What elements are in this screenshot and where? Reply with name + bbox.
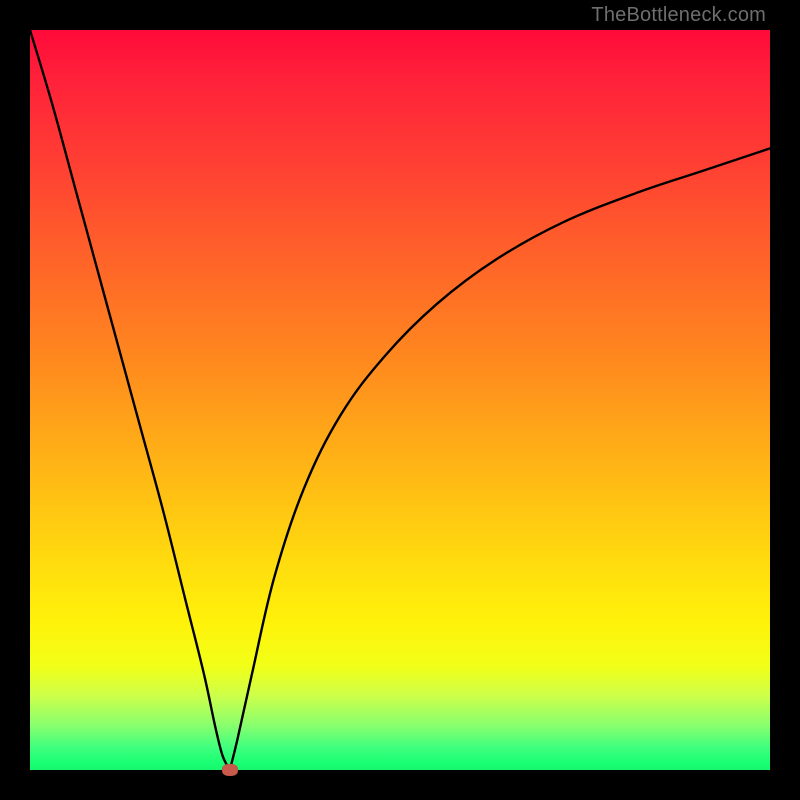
curve-right-branch	[230, 148, 770, 770]
bottleneck-curve	[30, 30, 770, 770]
watermark-text: TheBottleneck.com	[591, 4, 766, 27]
chart-frame: TheBottleneck.com	[0, 0, 800, 800]
marker-dot	[222, 764, 238, 776]
plot-area	[30, 30, 770, 770]
curve-left-branch	[30, 30, 230, 770]
